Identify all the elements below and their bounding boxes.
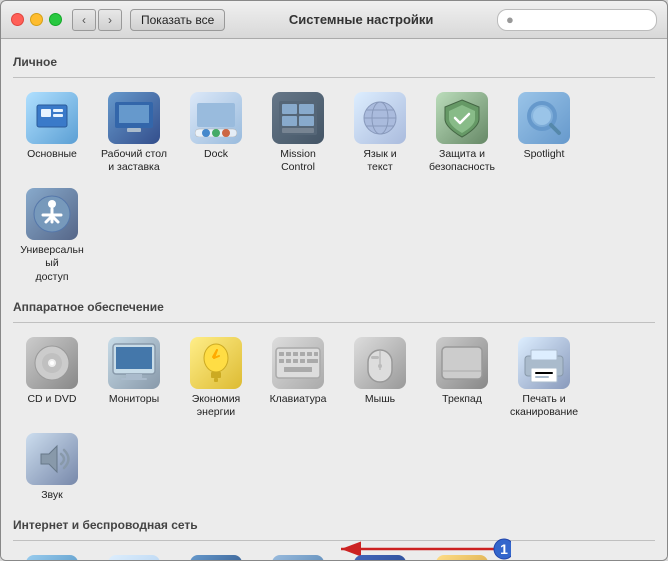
back-button[interactable]: ‹ (72, 9, 96, 31)
search-input[interactable] (518, 13, 638, 27)
content-area: Личное Основные Рабочий столи заставка (1, 39, 667, 560)
label-yazyk: Язык итекст (363, 148, 396, 174)
item-rabochiy[interactable]: Рабочий столи заставка (95, 86, 173, 178)
divider-hardware (13, 322, 655, 323)
internet-items-grid: iCloud Почта, адресаи календари MobileMe (13, 545, 655, 560)
item-trackpad[interactable]: Трекпад (423, 331, 501, 423)
divider-internet (13, 540, 655, 541)
item-mail[interactable]: Почта, адресаи календари (95, 549, 173, 560)
label-mouse: Мышь (365, 393, 395, 406)
item-osnov[interactable]: Основные (13, 86, 91, 178)
item-mobileme[interactable]: MobileMe (177, 549, 255, 560)
svg-text:1: 1 (500, 541, 508, 557)
item-energy[interactable]: Экономияэнергии (177, 331, 255, 423)
icon-cd (26, 337, 78, 389)
label-print: Печать исканирование (510, 393, 578, 419)
item-cd[interactable]: CD и DVD (13, 331, 91, 423)
item-dock[interactable]: Dock (177, 86, 255, 178)
personal-items-grid: Основные Рабочий столи заставка Dock (13, 82, 655, 292)
icon-network (272, 555, 324, 560)
section-header-internet: Интернет и беспроводная сеть (13, 518, 655, 534)
hardware-items-grid: CD и DVD Мониторы Экономияэнергии (13, 327, 655, 510)
item-spotlight[interactable]: Spotlight (505, 86, 583, 178)
icon-yazyk (354, 92, 406, 144)
close-button[interactable] (11, 13, 24, 26)
icon-mission (272, 92, 324, 144)
nav-buttons: ‹ › (72, 9, 122, 31)
item-mouse[interactable]: Мышь (341, 331, 419, 423)
icon-sharing (436, 555, 488, 560)
item-yazyk[interactable]: Язык итекст (341, 86, 419, 178)
icon-bluetooth (354, 555, 406, 560)
item-monitor[interactable]: Мониторы (95, 331, 173, 423)
label-sound: Звук (41, 489, 63, 502)
item-print[interactable]: Печать исканирование (505, 331, 583, 423)
icon-dock (190, 92, 242, 144)
section-header-hardware: Аппаратное обеспечение (13, 300, 655, 316)
search-icon: ● (506, 12, 514, 27)
icon-keyboard (272, 337, 324, 389)
show-all-button[interactable]: Показать все (130, 9, 225, 31)
maximize-button[interactable] (49, 13, 62, 26)
item-mission[interactable]: MissionControl (259, 86, 337, 178)
forward-button[interactable]: › (98, 9, 122, 31)
icon-rabochiy (108, 92, 160, 144)
search-box: ● (497, 9, 657, 31)
icon-energy (190, 337, 242, 389)
label-osnov: Основные (27, 148, 77, 161)
label-monitor: Мониторы (109, 393, 159, 406)
item-sound[interactable]: Звук (13, 427, 91, 506)
label-zashchita: Защита ибезопасность (429, 148, 495, 174)
icon-mobileme (190, 555, 242, 560)
icon-icloud (26, 555, 78, 560)
icon-mail (108, 555, 160, 560)
item-icloud[interactable]: iCloud (13, 549, 91, 560)
item-network[interactable]: 1 Сеть (259, 549, 337, 560)
icon-sound (26, 433, 78, 485)
label-universal: Универсальныйдоступ (17, 244, 87, 283)
icon-zashchita (436, 92, 488, 144)
label-trackpad: Трекпад (442, 393, 482, 406)
label-keyboard: Клавиатура (270, 393, 327, 406)
icon-spotlight (518, 92, 570, 144)
item-keyboard[interactable]: Клавиатура (259, 331, 337, 423)
label-mission: MissionControl (280, 148, 316, 174)
section-header-personal: Личное (13, 55, 655, 71)
icon-print (518, 337, 570, 389)
titlebar: ‹ › Показать все Системные настройки ● (1, 1, 667, 39)
icon-trackpad (436, 337, 488, 389)
item-sharing[interactable]: Общийдоступ (423, 549, 501, 560)
item-zashchita[interactable]: Защита ибезопасность (423, 86, 501, 178)
icon-osnov (26, 92, 78, 144)
label-rabochiy: Рабочий столи заставка (101, 148, 167, 174)
minimize-button[interactable] (30, 13, 43, 26)
label-dock: Dock (204, 148, 228, 161)
icon-universal (26, 188, 78, 240)
icon-monitor (108, 337, 160, 389)
label-spotlight: Spotlight (524, 148, 565, 161)
icon-mouse (354, 337, 406, 389)
label-cd: CD и DVD (27, 393, 76, 406)
item-bluetooth[interactable]: Bluetooth (341, 549, 419, 560)
item-universal[interactable]: Универсальныйдоступ (13, 182, 91, 287)
system-preferences-window: ‹ › Показать все Системные настройки ● Л… (0, 0, 668, 561)
window-title: Системные настройки (225, 12, 497, 27)
label-energy: Экономияэнергии (192, 393, 241, 419)
divider-personal (13, 77, 655, 78)
traffic-lights (11, 13, 62, 26)
